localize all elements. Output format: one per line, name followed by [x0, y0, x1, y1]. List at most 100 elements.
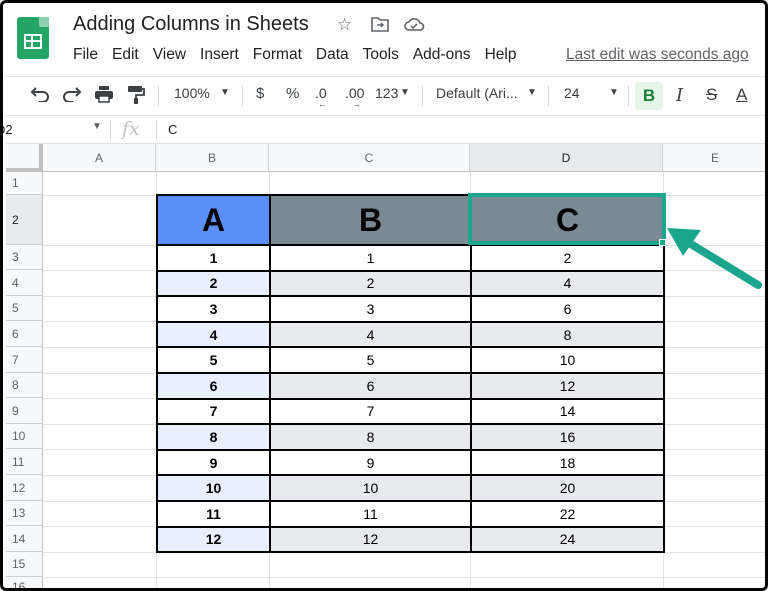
undo-icon[interactable] [30, 86, 50, 106]
table-cell[interactable]: 9 [156, 448, 271, 477]
row-header-9[interactable]: 9 [6, 398, 43, 424]
table-cell[interactable]: 7 [269, 397, 472, 426]
font-dropdown-icon[interactable]: ▼ [527, 87, 537, 98]
column-header-c[interactable]: C [269, 144, 470, 172]
table-cell[interactable]: 2 [470, 244, 665, 272]
table-cell[interactable]: 3 [269, 295, 472, 323]
table-row: 6 6 12 [156, 371, 665, 400]
table-cell[interactable]: 6 [156, 371, 271, 400]
table-cell[interactable]: 20 [470, 474, 665, 502]
more-formats-button[interactable]: 123 [375, 85, 398, 101]
table-cell[interactable]: 2 [269, 269, 472, 298]
column-header-a[interactable]: A [43, 144, 156, 172]
sheets-logo-icon[interactable] [17, 17, 49, 59]
menu-view[interactable]: View [153, 46, 186, 64]
bold-button[interactable]: B [635, 82, 663, 110]
zoom-dropdown-icon[interactable]: ▼ [220, 87, 230, 98]
table-cell[interactable]: 4 [156, 320, 271, 349]
row-header-1[interactable]: 1 [6, 172, 43, 195]
table-cell[interactable]: 6 [269, 371, 472, 400]
table-cell[interactable]: 12 [269, 525, 472, 554]
row-header-2[interactable]: 2 [6, 195, 43, 245]
row-header-6[interactable]: 6 [6, 321, 43, 347]
table-cell[interactable]: 2 [156, 269, 271, 298]
cloud-saved-icon[interactable] [403, 16, 425, 37]
star-icon[interactable]: ☆ [337, 15, 352, 35]
name-box-dropdown-icon[interactable]: ▼ [92, 121, 102, 132]
menu-data[interactable]: Data [316, 46, 349, 64]
redo-icon[interactable] [62, 86, 82, 106]
column-header-d[interactable]: D [470, 144, 663, 172]
table-cell[interactable]: 3 [156, 295, 271, 323]
menu-format[interactable]: Format [253, 46, 302, 64]
table-cell[interactable]: 6 [470, 295, 665, 323]
table-cell[interactable]: 18 [470, 448, 665, 477]
table-header-cell[interactable]: A [156, 194, 271, 246]
row-header-8[interactable]: 8 [6, 373, 43, 398]
menu-tools[interactable]: Tools [363, 46, 399, 64]
row-header-12[interactable]: 12 [6, 475, 43, 501]
move-folder-icon[interactable] [371, 16, 389, 37]
formula-bar: D2 ▼ fx C [3, 116, 765, 144]
table-cell[interactable]: 24 [470, 525, 665, 554]
table-cell[interactable]: 8 [156, 423, 271, 451]
table-row: 4 4 8 [156, 320, 665, 349]
document-title[interactable]: Adding Columns in Sheets [73, 13, 309, 36]
menu-edit[interactable]: Edit [112, 46, 139, 64]
table-cell[interactable]: 4 [269, 320, 472, 349]
table-cell[interactable]: 12 [156, 525, 271, 554]
row-header-7[interactable]: 7 [6, 347, 43, 373]
row-header-13[interactable]: 13 [6, 501, 43, 526]
table-header-cell[interactable]: B [269, 194, 472, 246]
column-header-b[interactable]: B [156, 144, 269, 172]
row-header-11[interactable]: 11 [6, 449, 43, 475]
strikethrough-button[interactable]: S [706, 85, 717, 105]
table-cell[interactable]: 1 [269, 244, 472, 272]
table-cell[interactable]: 11 [156, 499, 271, 528]
row-header-5[interactable]: 5 [6, 296, 43, 321]
menu-insert[interactable]: Insert [200, 46, 239, 64]
table-cell[interactable]: 8 [269, 423, 472, 451]
table-cell[interactable]: 11 [269, 499, 472, 528]
formula-input[interactable]: C [168, 122, 177, 137]
currency-button[interactable]: $ [256, 85, 264, 102]
name-box[interactable]: D2 [3, 122, 13, 137]
table-row: 8 8 16 [156, 423, 665, 451]
table-cell[interactable]: 10 [269, 474, 472, 502]
table-cell[interactable]: 1 [156, 244, 271, 272]
table-cell[interactable]: 12 [470, 371, 665, 400]
font-size-dropdown-icon[interactable]: ▼ [609, 87, 619, 98]
menu-addons[interactable]: Add-ons [413, 46, 471, 64]
paint-format-icon[interactable] [127, 85, 145, 109]
italic-button[interactable]: I [676, 85, 683, 106]
table-cell[interactable]: 8 [470, 320, 665, 349]
font-select[interactable]: Default (Ari... [436, 85, 518, 101]
table-cell[interactable]: 10 [470, 346, 665, 374]
table-cell[interactable]: 14 [470, 397, 665, 426]
select-all-corner[interactable] [6, 144, 43, 172]
row-header-4[interactable]: 4 [6, 270, 43, 296]
last-edit-link[interactable]: Last edit was seconds ago [566, 46, 749, 64]
table-cell[interactable]: 5 [269, 346, 472, 374]
print-icon[interactable] [94, 85, 114, 107]
table-cell[interactable]: 4 [470, 269, 665, 298]
table-cell[interactable]: 16 [470, 423, 665, 451]
table-cell[interactable]: 9 [269, 448, 472, 477]
table-cell[interactable]: 7 [156, 397, 271, 426]
table-cell[interactable]: 10 [156, 474, 271, 502]
row-header-14[interactable]: 14 [6, 526, 43, 552]
menu-help[interactable]: Help [485, 46, 517, 64]
percent-button[interactable]: % [286, 85, 299, 102]
row-header-16[interactable]: 16 [6, 577, 43, 588]
formats-dropdown-icon[interactable]: ▼ [400, 87, 410, 98]
row-header-10[interactable]: 10 [6, 424, 43, 449]
column-header-e[interactable]: E [663, 144, 765, 172]
zoom-select[interactable]: 100% [174, 85, 210, 101]
table-cell[interactable]: 22 [470, 499, 665, 528]
text-color-button[interactable]: A [736, 85, 747, 105]
row-header-3[interactable]: 3 [6, 245, 43, 270]
menu-file[interactable]: File [73, 46, 98, 64]
font-size-select[interactable]: 24 [564, 85, 580, 101]
table-cell[interactable]: 5 [156, 346, 271, 374]
row-header-15[interactable]: 15 [6, 552, 43, 577]
